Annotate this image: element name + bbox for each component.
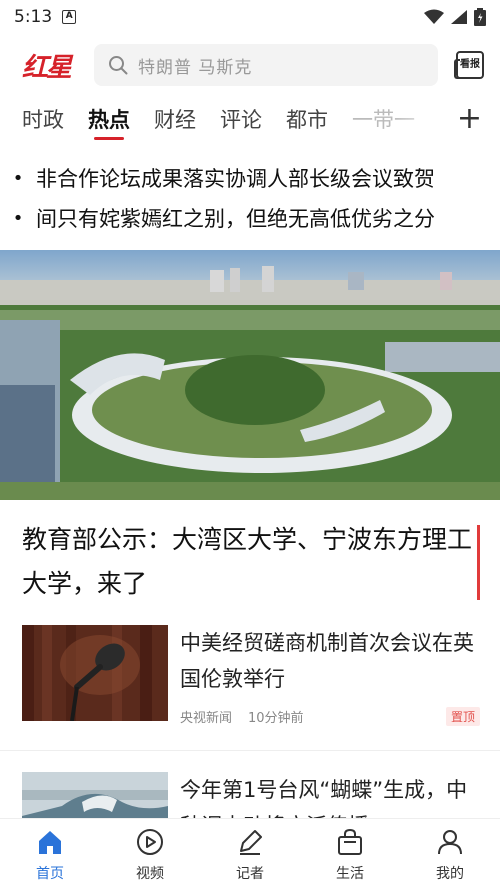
play-icon [135,827,165,857]
hero-image[interactable] [0,250,500,500]
news-title: 中美经贸磋商机制首次会议在英国伦敦举行 [180,631,474,691]
news-list-item[interactable]: 中美经贸磋商机制首次会议在英国伦敦举行 央视新闻 10分钟前 置顶 [22,625,480,726]
tab-dushi[interactable]: 都市 [286,96,328,144]
wifi-icon [424,9,444,24]
news-list-item[interactable]: 今年第1号台风“蝴蝶”生成，中秋调查动将广泛传播 [22,772,480,818]
news-meta: 央视新闻 10分钟前 [180,707,304,726]
campus-aerial-image [0,250,500,500]
bullet-icon: • [12,167,24,189]
nav-reporter[interactable]: 记者 [200,819,300,888]
bullet-icon: • [12,207,24,229]
pinned-badge: 置顶 [445,707,480,726]
app-logo: 红星 [22,52,72,83]
ticker-text: 非合作论坛成果落实协调人部长级会议致贺 [36,167,435,191]
ticker-text: 间只有姹紫嫣红之别，但绝无高低优劣之分 [36,207,435,231]
nav-life[interactable]: 生活 [300,819,400,888]
headline-accent-bar [477,525,480,600]
news-time: 10分钟前 [248,711,304,726]
app-notification-icon: A [62,10,77,24]
nav-label: 记者 [236,866,264,882]
nav-mine[interactable]: 我的 [400,819,500,888]
nav-label: 生活 [336,866,364,882]
nav-label: 首页 [36,866,64,882]
ticker-item[interactable]: • 间只有姹紫嫣红之别，但绝无高低优劣之分 [0,198,500,238]
nav-video[interactable]: 视频 [100,819,200,888]
status-bar: 5:13 A [0,0,500,34]
tab-caijing[interactable]: 财经 [154,96,196,144]
user-icon [435,827,465,857]
tabs-fade-overlay [392,96,452,144]
signal-icon [451,10,467,24]
app-header: 红星 特朗普 马斯克 看报 [0,40,500,90]
search-placeholder: 特朗普 马斯克 [138,57,253,78]
tab-pinglun[interactable]: 评论 [220,96,262,144]
pen-icon [235,827,265,857]
nav-label: 视频 [136,866,164,882]
bag-icon [335,827,365,857]
typhoon-sea-image [22,772,168,818]
tab-shizheng[interactable]: 时政 [22,96,64,144]
ticker-item[interactable]: • 非合作论坛成果落实协调人部长级会议致贺 [0,158,500,198]
list-divider [0,750,500,751]
status-icons [424,8,486,26]
status-time: 5:13 [14,7,53,27]
news-thumbnail [22,625,168,721]
news-title: 今年第1号台风“蝴蝶”生成，中秋调查动将广泛传播 [180,778,468,818]
news-thumbnail [22,772,168,818]
nav-home[interactable]: 首页 [0,819,100,888]
search-input[interactable]: 特朗普 马斯克 [94,44,438,86]
battery-icon [474,8,486,26]
add-channel-button[interactable]: + [457,104,482,134]
nav-label: 我的 [436,866,464,882]
home-icon [35,827,65,857]
news-ticker: • 非合作论坛成果落实协调人部长级会议致贺 • 间只有姹紫嫣红之别，但绝无高低优… [0,146,500,250]
bottom-navigation: 首页 视频 记者 生活 我的 [0,818,500,888]
tab-redian[interactable]: 热点 [88,96,130,144]
news-source: 央视新闻 [180,711,233,726]
headline-title[interactable]: 教育部公示：大湾区大学、宁波东方理工大学，来了 [22,518,474,606]
search-icon [109,56,128,75]
newspaper-button[interactable]: 看报 [454,51,484,79]
microphone-image [22,625,168,721]
